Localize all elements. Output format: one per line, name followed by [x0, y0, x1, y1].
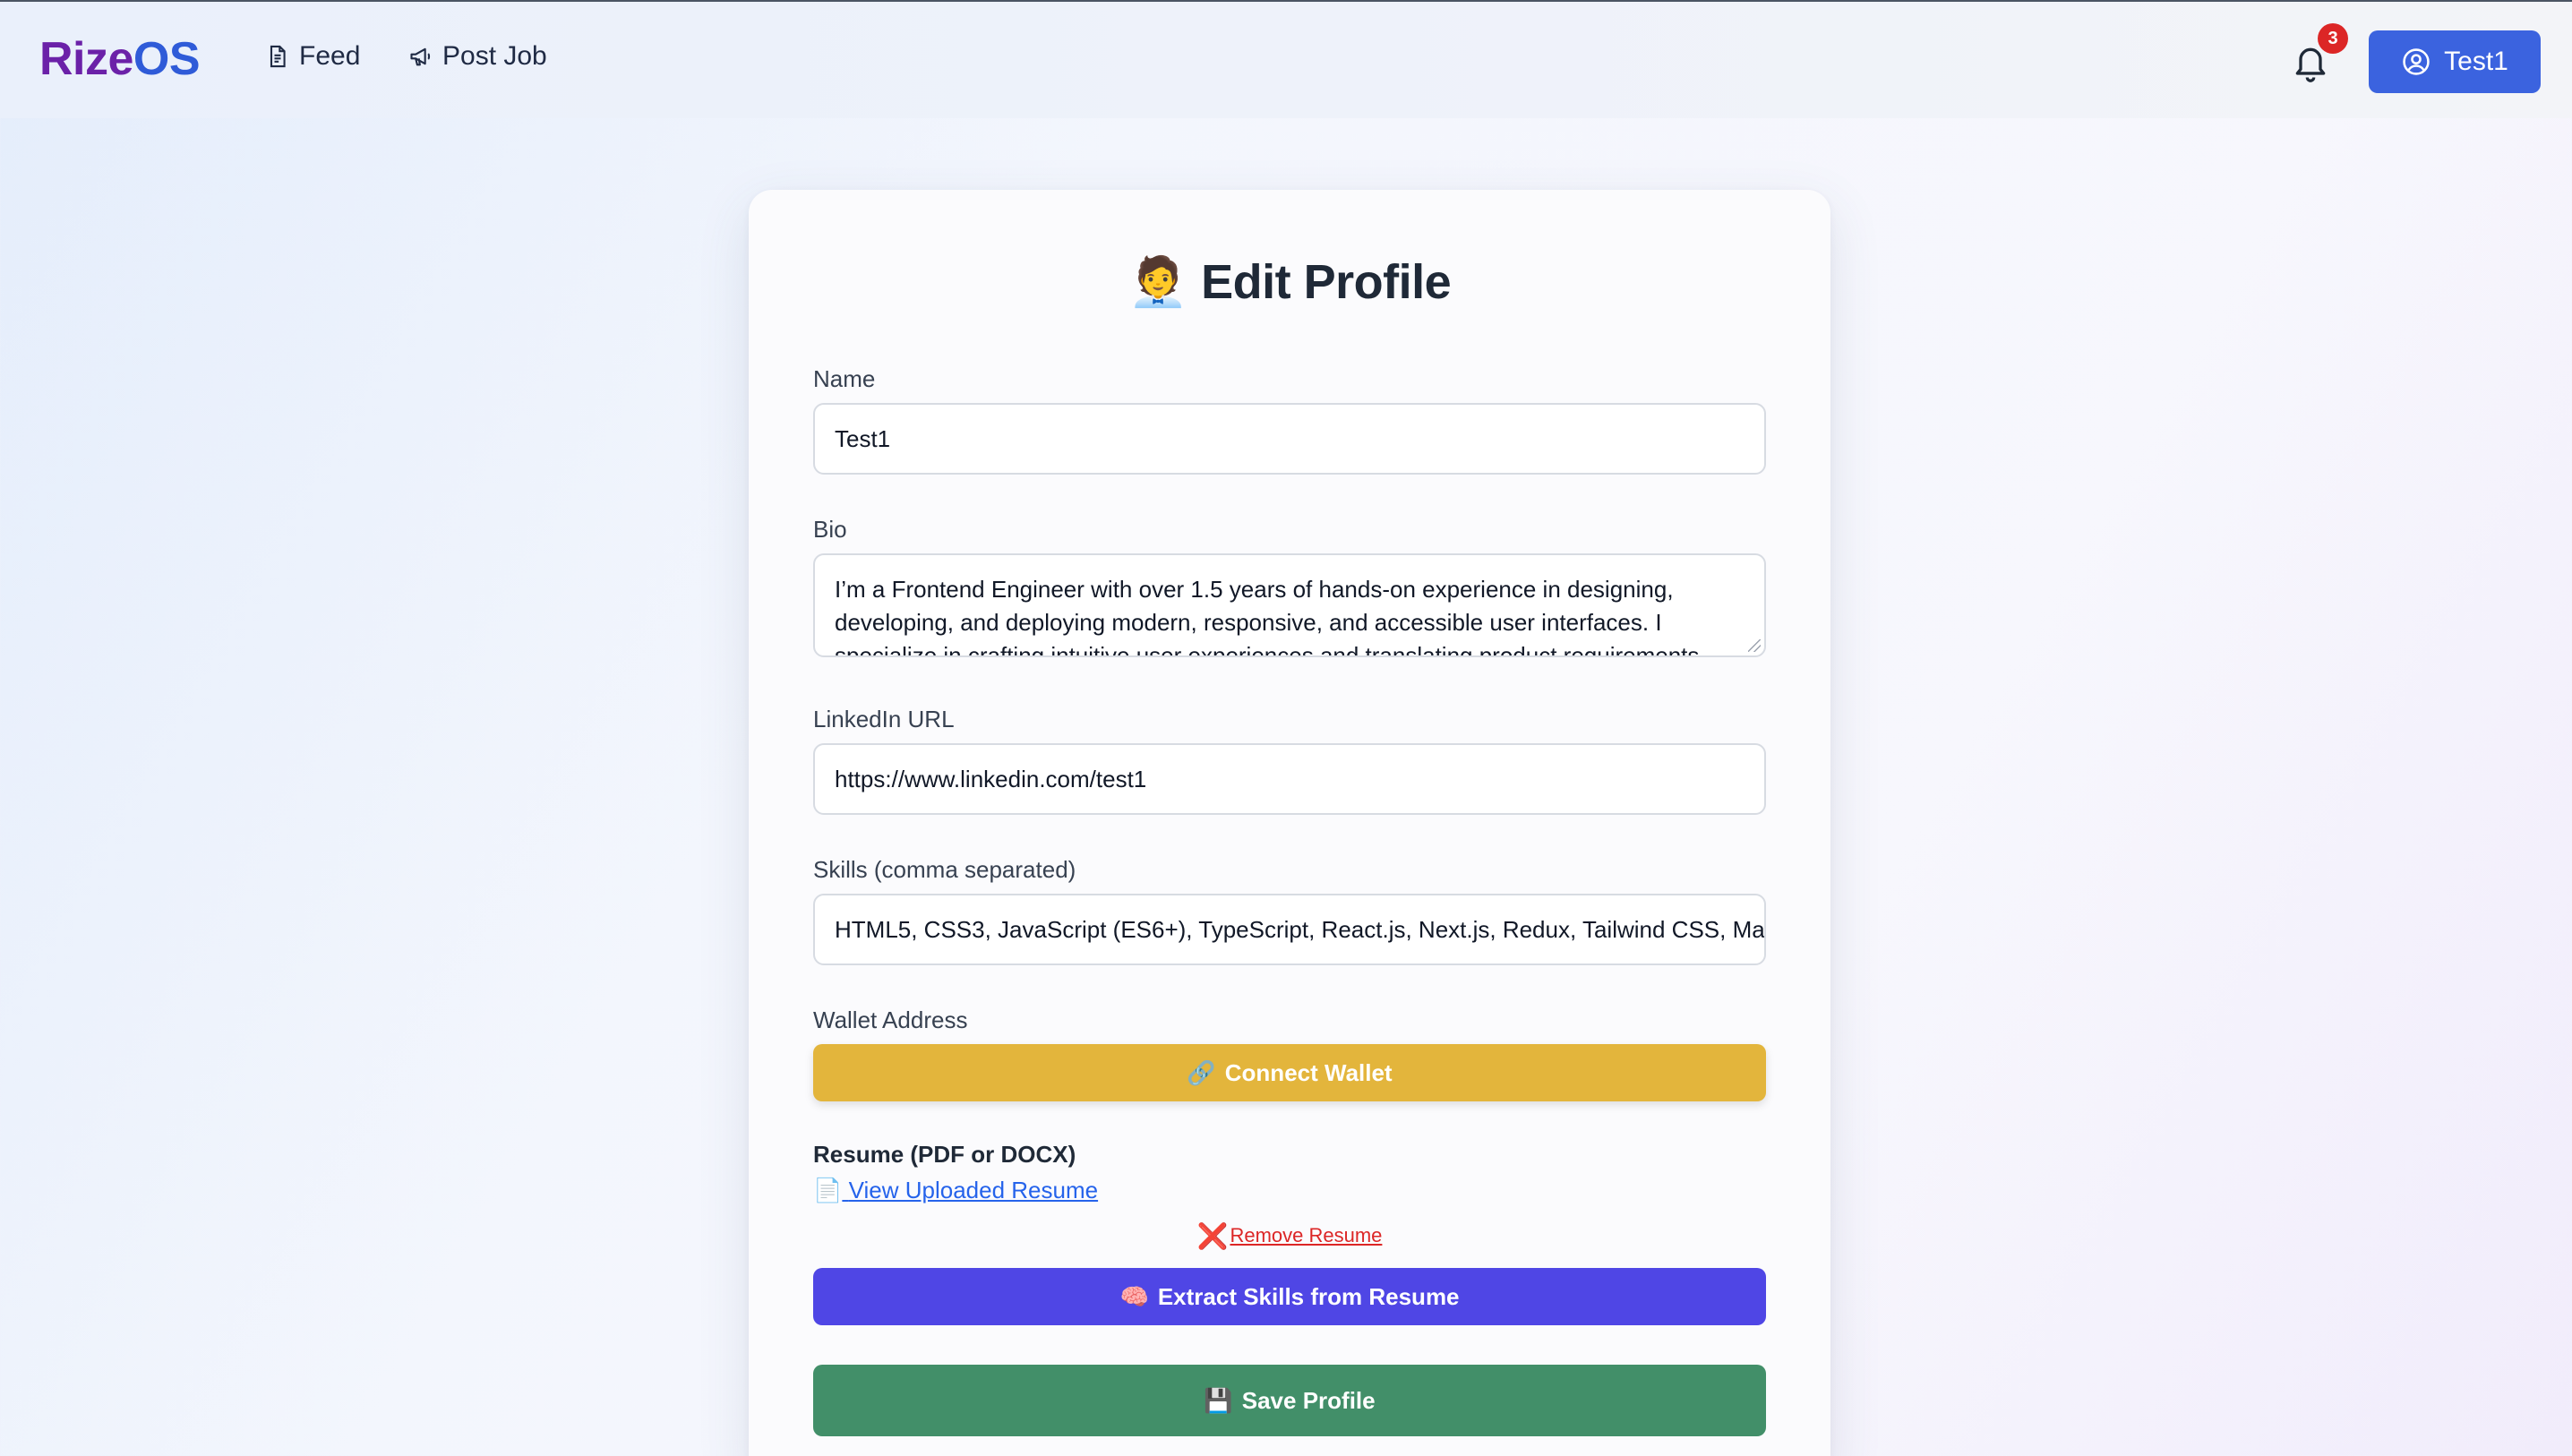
office-worker-emoji: 🧑‍💼: [1127, 255, 1188, 309]
bio-label: Bio: [813, 516, 847, 543]
nav-post-job-label: Post Job: [442, 41, 547, 71]
nav-feed-label: Feed: [299, 41, 361, 71]
nav-feed-link[interactable]: Feed: [265, 41, 360, 72]
cross-mark-icon: ❌: [1196, 1222, 1229, 1250]
wallet-label: Wallet Address: [813, 1006, 968, 1033]
connect-wallet-label: Connect Wallet: [1224, 1058, 1393, 1086]
logo-part-rize: Rize: [39, 33, 133, 85]
skills-label: Skills (comma separated): [813, 856, 1076, 883]
linkedin-label: LinkedIn URL: [813, 706, 955, 732]
top-navbar: RizeOS Feed Post Job 3 Test1: [0, 2, 2572, 118]
save-profile-label: Save Profile: [1241, 1386, 1376, 1414]
save-profile-button[interactable]: 💾 Save Profile: [813, 1365, 1766, 1436]
link-icon: 🔗: [1187, 1058, 1216, 1086]
view-resume-label: View Uploaded Resume: [848, 1177, 1099, 1203]
user-name: Test1: [2444, 47, 2508, 76]
resume-label: Resume (PDF or DOCX): [813, 1141, 1076, 1168]
name-input[interactable]: Test1: [813, 403, 1766, 475]
megaphone-icon: [410, 47, 431, 66]
skills-input[interactable]: HTML5, CSS3, JavaScript (ES6+), TypeScri…: [813, 894, 1766, 965]
linkedin-input[interactable]: https://www.linkedin.com/test1: [813, 743, 1766, 815]
connect-wallet-button[interactable]: 🔗 Connect Wallet: [813, 1044, 1766, 1101]
floppy-disk-icon: 💾: [1204, 1386, 1233, 1414]
page-title-text: Edit Profile: [1201, 255, 1452, 309]
page-title: 🧑‍💼 Edit Profile: [749, 254, 1830, 311]
nav-post-job-link[interactable]: Post Job: [408, 41, 547, 72]
logo-part-os: OS: [133, 33, 201, 85]
logo[interactable]: RizeOS: [39, 32, 201, 86]
brain-icon: 🧠: [1119, 1282, 1149, 1310]
user-menu-button[interactable]: Test1: [2369, 30, 2541, 93]
extract-skills-label: Extract Skills from Resume: [1157, 1282, 1460, 1310]
name-label: Name: [813, 365, 876, 392]
bio-text: I’m a Frontend Engineer with over 1.5 ye…: [835, 576, 1700, 657]
bio-textarea[interactable]: I’m a Frontend Engineer with over 1.5 ye…: [813, 553, 1766, 657]
view-resume-link[interactable]: 📄 View Uploaded Resume: [813, 1177, 1098, 1204]
document-icon: [270, 45, 286, 68]
extract-skills-button[interactable]: 🧠 Extract Skills from Resume: [813, 1268, 1766, 1325]
user-circle-icon: [2403, 48, 2430, 75]
remove-resume-link[interactable]: ❌Remove Resume: [749, 1221, 1830, 1251]
page-icon: 📄: [813, 1177, 843, 1203]
notification-badge: 3: [2318, 23, 2348, 54]
remove-resume-label: Remove Resume: [1230, 1224, 1383, 1246]
edit-profile-card: 🧑‍💼 Edit Profile Name Test1 Bio I’m a Fr…: [749, 190, 1830, 1456]
resize-handle[interactable]: [1748, 639, 1761, 652]
